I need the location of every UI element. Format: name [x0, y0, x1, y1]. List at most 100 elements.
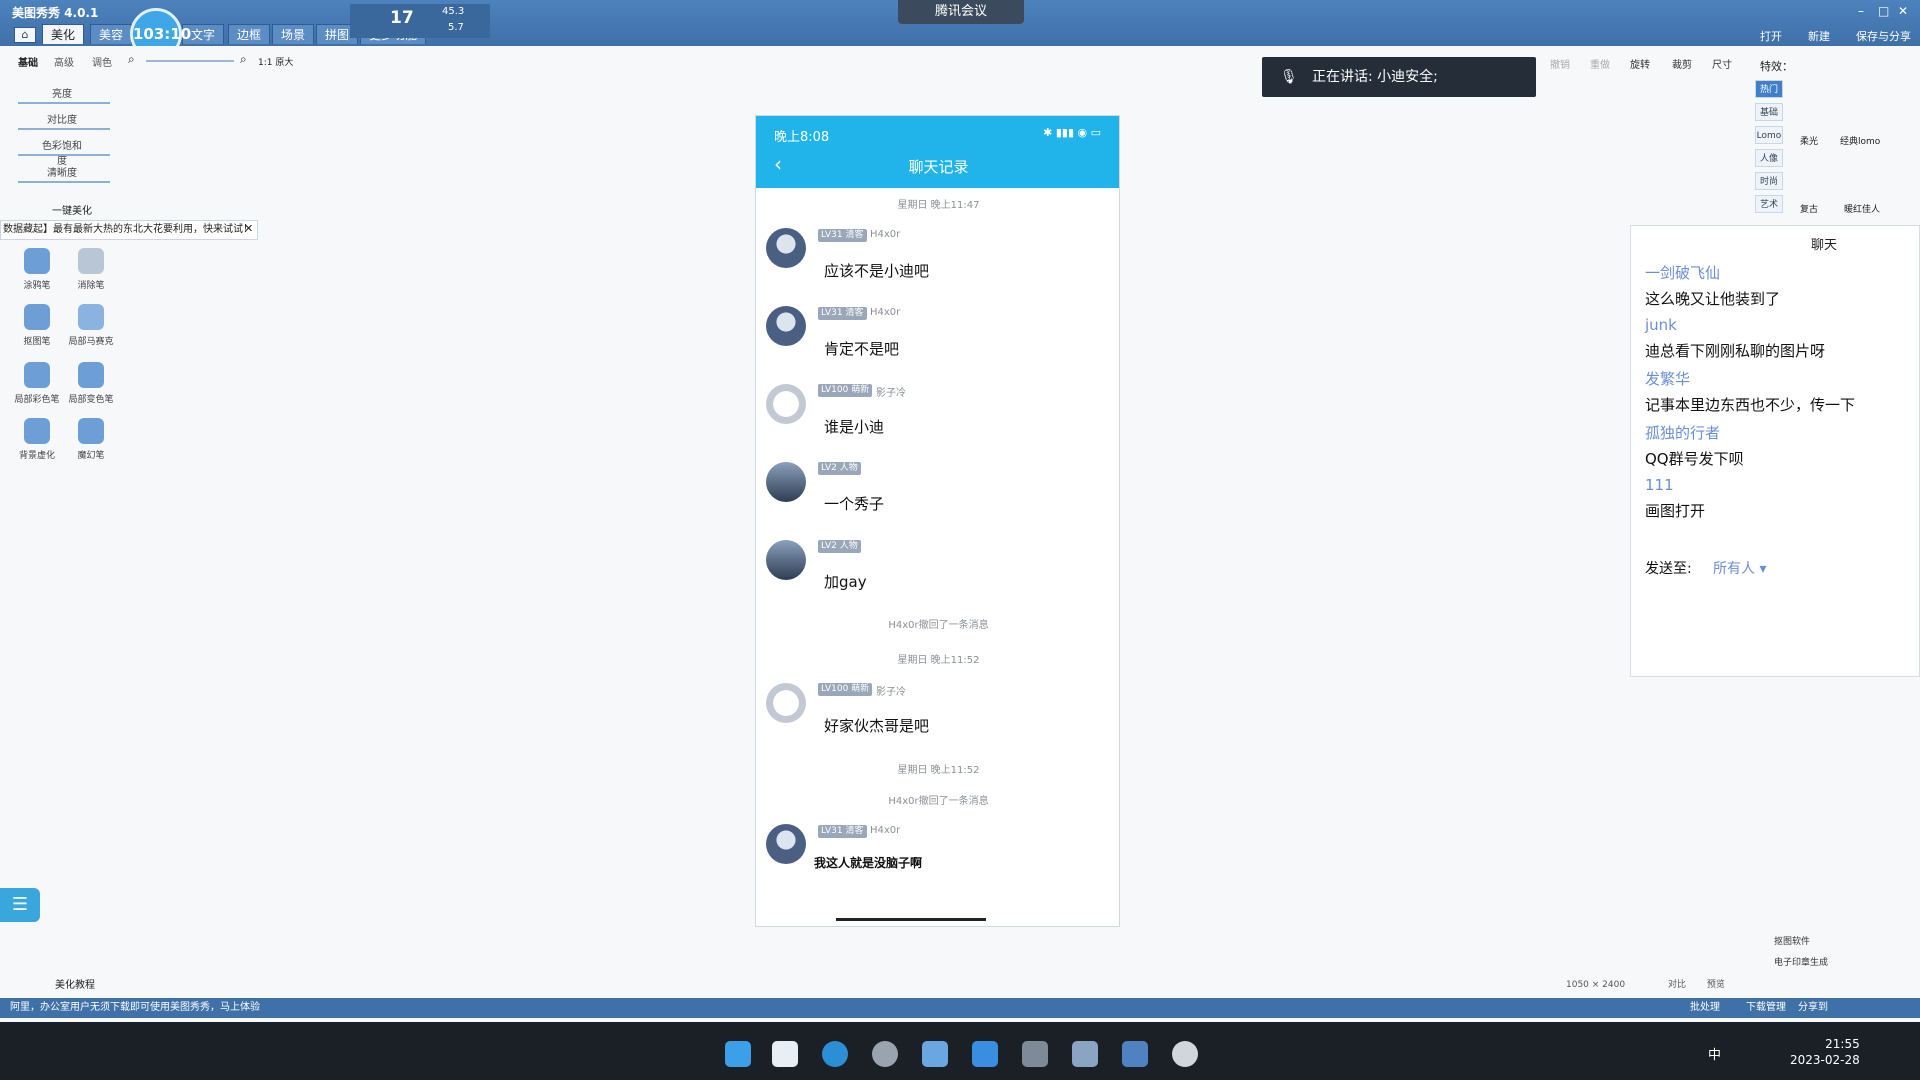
- crop-button[interactable]: 裁剪: [1672, 56, 1692, 71]
- resize-button[interactable]: 尺寸: [1712, 56, 1732, 71]
- phone-time: 晚上8:08: [774, 130, 830, 145]
- link-seal-generator[interactable]: 电子印章生成: [1774, 953, 1828, 974]
- sender-name: H4x0r: [870, 229, 901, 240]
- send-to-select[interactable]: 所有人 ▾: [1713, 558, 1766, 578]
- start-icon[interactable]: [725, 1041, 751, 1067]
- tool-recolor[interactable]: 局部变色笔: [66, 362, 116, 405]
- effect-cat-lomo[interactable]: Lomo: [1755, 126, 1783, 144]
- level-badge: LV100 萌新: [818, 683, 873, 696]
- app-icon[interactable]: [1072, 1041, 1098, 1067]
- zoom-slider[interactable]: [146, 60, 234, 62]
- zoom-label[interactable]: 1:1 原大: [258, 55, 293, 68]
- chat-message: 画图打开: [1645, 502, 1706, 520]
- brightness-label: 亮度: [52, 89, 72, 100]
- effect-soft[interactable]: 柔光: [1800, 134, 1818, 147]
- maximize-icon[interactable]: □: [1878, 4, 1889, 18]
- tool-magic[interactable]: 魔幻笔: [66, 418, 116, 461]
- system-clock[interactable]: 21:55 2023-02-28: [1790, 1036, 1860, 1068]
- app-icon[interactable]: [1022, 1041, 1048, 1067]
- tool-mosaic[interactable]: 局部马赛克: [66, 304, 116, 347]
- chat-message: 这么晚又让他装到了: [1645, 290, 1781, 308]
- avatar: [766, 462, 806, 502]
- tool-blur[interactable]: 背景虚化: [12, 418, 62, 461]
- download-speed: 5.7: [448, 22, 464, 33]
- ime-indicator[interactable]: 中: [1708, 1044, 1721, 1063]
- chat-title: 聊天: [1811, 238, 1838, 253]
- effect-cat-fashion[interactable]: 时尚: [1755, 172, 1783, 190]
- brush-icon: [24, 248, 50, 274]
- undo-button[interactable]: 撤销: [1550, 56, 1570, 71]
- tab-scene[interactable]: 场景: [272, 24, 315, 44]
- zoom-out-icon[interactable]: ⌕: [128, 52, 135, 67]
- chat-sender: 一剑破飞仙: [1645, 264, 1721, 282]
- list-menu-icon[interactable]: ☰: [0, 888, 40, 922]
- preview-button[interactable]: 预览: [1707, 980, 1725, 990]
- canvas-info: 1050 × 2400 对比 预览: [1566, 977, 1725, 990]
- explorer-icon[interactable]: [772, 1041, 798, 1067]
- send-to-label: 发送至:: [1645, 561, 1692, 577]
- tool-color-pen[interactable]: 局部彩色笔: [12, 362, 62, 405]
- tab-beauty[interactable]: 美容: [90, 24, 133, 44]
- tool-brush[interactable]: 涂鸦笔: [12, 248, 62, 291]
- zoom-in-icon[interactable]: ⌕: [240, 52, 247, 67]
- compare-button[interactable]: 对比: [1668, 980, 1686, 990]
- effect-cat-art[interactable]: 艺术: [1755, 195, 1783, 213]
- effect-cat-basic[interactable]: 基础: [1755, 103, 1783, 121]
- close-icon[interactable]: ✕: [1898, 4, 1908, 18]
- subtab-color[interactable]: 调色: [92, 54, 112, 69]
- download-manager-button[interactable]: 下载管理: [1746, 998, 1786, 1018]
- tab-beautify[interactable]: 美化: [42, 24, 85, 44]
- effect-cat-hot[interactable]: 热门: [1755, 80, 1783, 98]
- chat-message: QQ群号发下呗: [1645, 450, 1744, 468]
- meeting-bar[interactable]: 腾讯会议: [898, 0, 1024, 24]
- app-title: 美图秀秀 4.0.1: [12, 6, 99, 20]
- link-cutout-software[interactable]: 抠图软件: [1774, 932, 1828, 953]
- saturation-slider[interactable]: [18, 154, 110, 156]
- tool-cutout[interactable]: 抠图笔: [12, 304, 62, 347]
- subtab-basic[interactable]: 基础: [18, 54, 38, 69]
- sender-name: 影子冷: [876, 388, 906, 399]
- batch-button[interactable]: 批处理: [1690, 998, 1720, 1018]
- effect-retro[interactable]: 复古: [1800, 202, 1818, 215]
- chrome-icon[interactable]: [872, 1041, 898, 1067]
- edge-icon[interactable]: [822, 1041, 848, 1067]
- meeting-icon[interactable]: [972, 1041, 998, 1067]
- chat-message: 记事本里边东西也不少，传一下: [1645, 396, 1856, 414]
- brightness-slider[interactable]: [18, 102, 110, 104]
- effect-cat-portrait[interactable]: 人像: [1755, 149, 1783, 167]
- rotate-button[interactable]: 旋转: [1630, 56, 1650, 71]
- new-button[interactable]: 新建: [1808, 28, 1830, 44]
- mosaic-icon: [78, 304, 104, 330]
- one-click-button[interactable]: 一键美化: [52, 202, 92, 217]
- promo-close-icon[interactable]: ✕: [244, 222, 253, 235]
- phone-header: 晚上8:08 ✱ ▮▮▮ ◉ ▭ ‹ 聊天记录: [756, 116, 1119, 188]
- status-bar: 阿里，办公室用户无须下载即可使用美图秀秀，马上体验 批处理 下载管理 分享到: [0, 998, 1920, 1018]
- minimize-icon[interactable]: –: [1858, 4, 1864, 18]
- save-share-button[interactable]: 保存与分享: [1856, 28, 1911, 44]
- network-widget: 17 45.3 5.7: [350, 4, 490, 38]
- speaking-indicator: 🎙 正在讲话: 小迪安全;: [1262, 57, 1536, 97]
- effect-lomo[interactable]: 经典lomo: [1840, 134, 1880, 147]
- home-icon[interactable]: ⌂: [14, 27, 36, 43]
- tutorial-link[interactable]: 美化教程: [55, 976, 95, 991]
- level-badge: LV2 人物: [818, 540, 861, 553]
- phone-status-icons: ✱ ▮▮▮ ◉ ▭: [1043, 126, 1101, 139]
- app-icon[interactable]: [922, 1041, 948, 1067]
- subtab-advanced[interactable]: 高级: [54, 54, 74, 69]
- tab-frame[interactable]: 边框: [228, 24, 271, 44]
- redo-button[interactable]: 重做: [1590, 56, 1610, 71]
- sharpness-slider[interactable]: [18, 181, 110, 183]
- tool-eraser[interactable]: 消除笔: [66, 248, 116, 291]
- effect-warm[interactable]: 暖红佳人: [1844, 202, 1880, 215]
- meitu-icon[interactable]: [1172, 1041, 1198, 1067]
- clock-date: 2023-02-28: [1790, 1053, 1860, 1067]
- status-message[interactable]: 阿里，办公室用户无须下载即可使用美图秀秀，马上体验: [10, 998, 260, 1018]
- speaking-text: 正在讲话: 小迪安全;: [1312, 69, 1438, 85]
- app-icon[interactable]: [1122, 1041, 1148, 1067]
- open-button[interactable]: 打开: [1760, 28, 1782, 44]
- avatar: [766, 683, 806, 723]
- contrast-slider[interactable]: [18, 128, 110, 130]
- chat-sender: junk: [1645, 316, 1677, 334]
- magic-wand-icon: [78, 418, 104, 444]
- chat-message: 迪总看下刚刚私聊的图片呀: [1645, 342, 1826, 360]
